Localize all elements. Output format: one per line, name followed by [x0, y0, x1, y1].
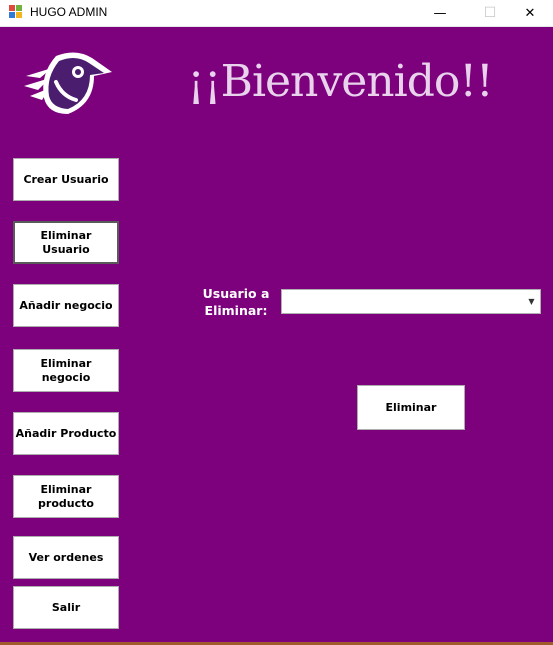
add-business-button[interactable]: Añadir negocio: [13, 284, 119, 327]
user-select[interactable]: ▼: [281, 289, 541, 314]
window-title: HUGO ADMIN: [30, 5, 108, 19]
minimize-button[interactable]: —: [417, 0, 463, 26]
delete-button[interactable]: Eliminar: [357, 385, 465, 430]
user-to-delete-label: Usuario a Eliminar:: [202, 286, 270, 318]
title-bar: HUGO ADMIN — ☐ ✕: [0, 0, 553, 27]
windows-forms-app-icon: [9, 5, 23, 19]
bird-logo-icon: [24, 52, 113, 114]
delete-product-button[interactable]: Eliminar producto: [13, 475, 119, 518]
add-product-button[interactable]: Añadir Producto: [13, 412, 119, 455]
create-user-button[interactable]: Crear Usuario: [13, 158, 119, 201]
view-orders-button[interactable]: Ver ordenes: [13, 536, 119, 579]
delete-user-button[interactable]: Eliminar Usuario: [13, 221, 119, 264]
exit-button[interactable]: Salir: [13, 586, 119, 629]
chevron-down-icon[interactable]: ▼: [523, 290, 540, 313]
close-button[interactable]: ✕: [507, 0, 553, 26]
delete-business-button[interactable]: Eliminar negocio: [13, 349, 119, 392]
welcome-heading: ¡¡Bienvenido!!: [187, 56, 493, 107]
